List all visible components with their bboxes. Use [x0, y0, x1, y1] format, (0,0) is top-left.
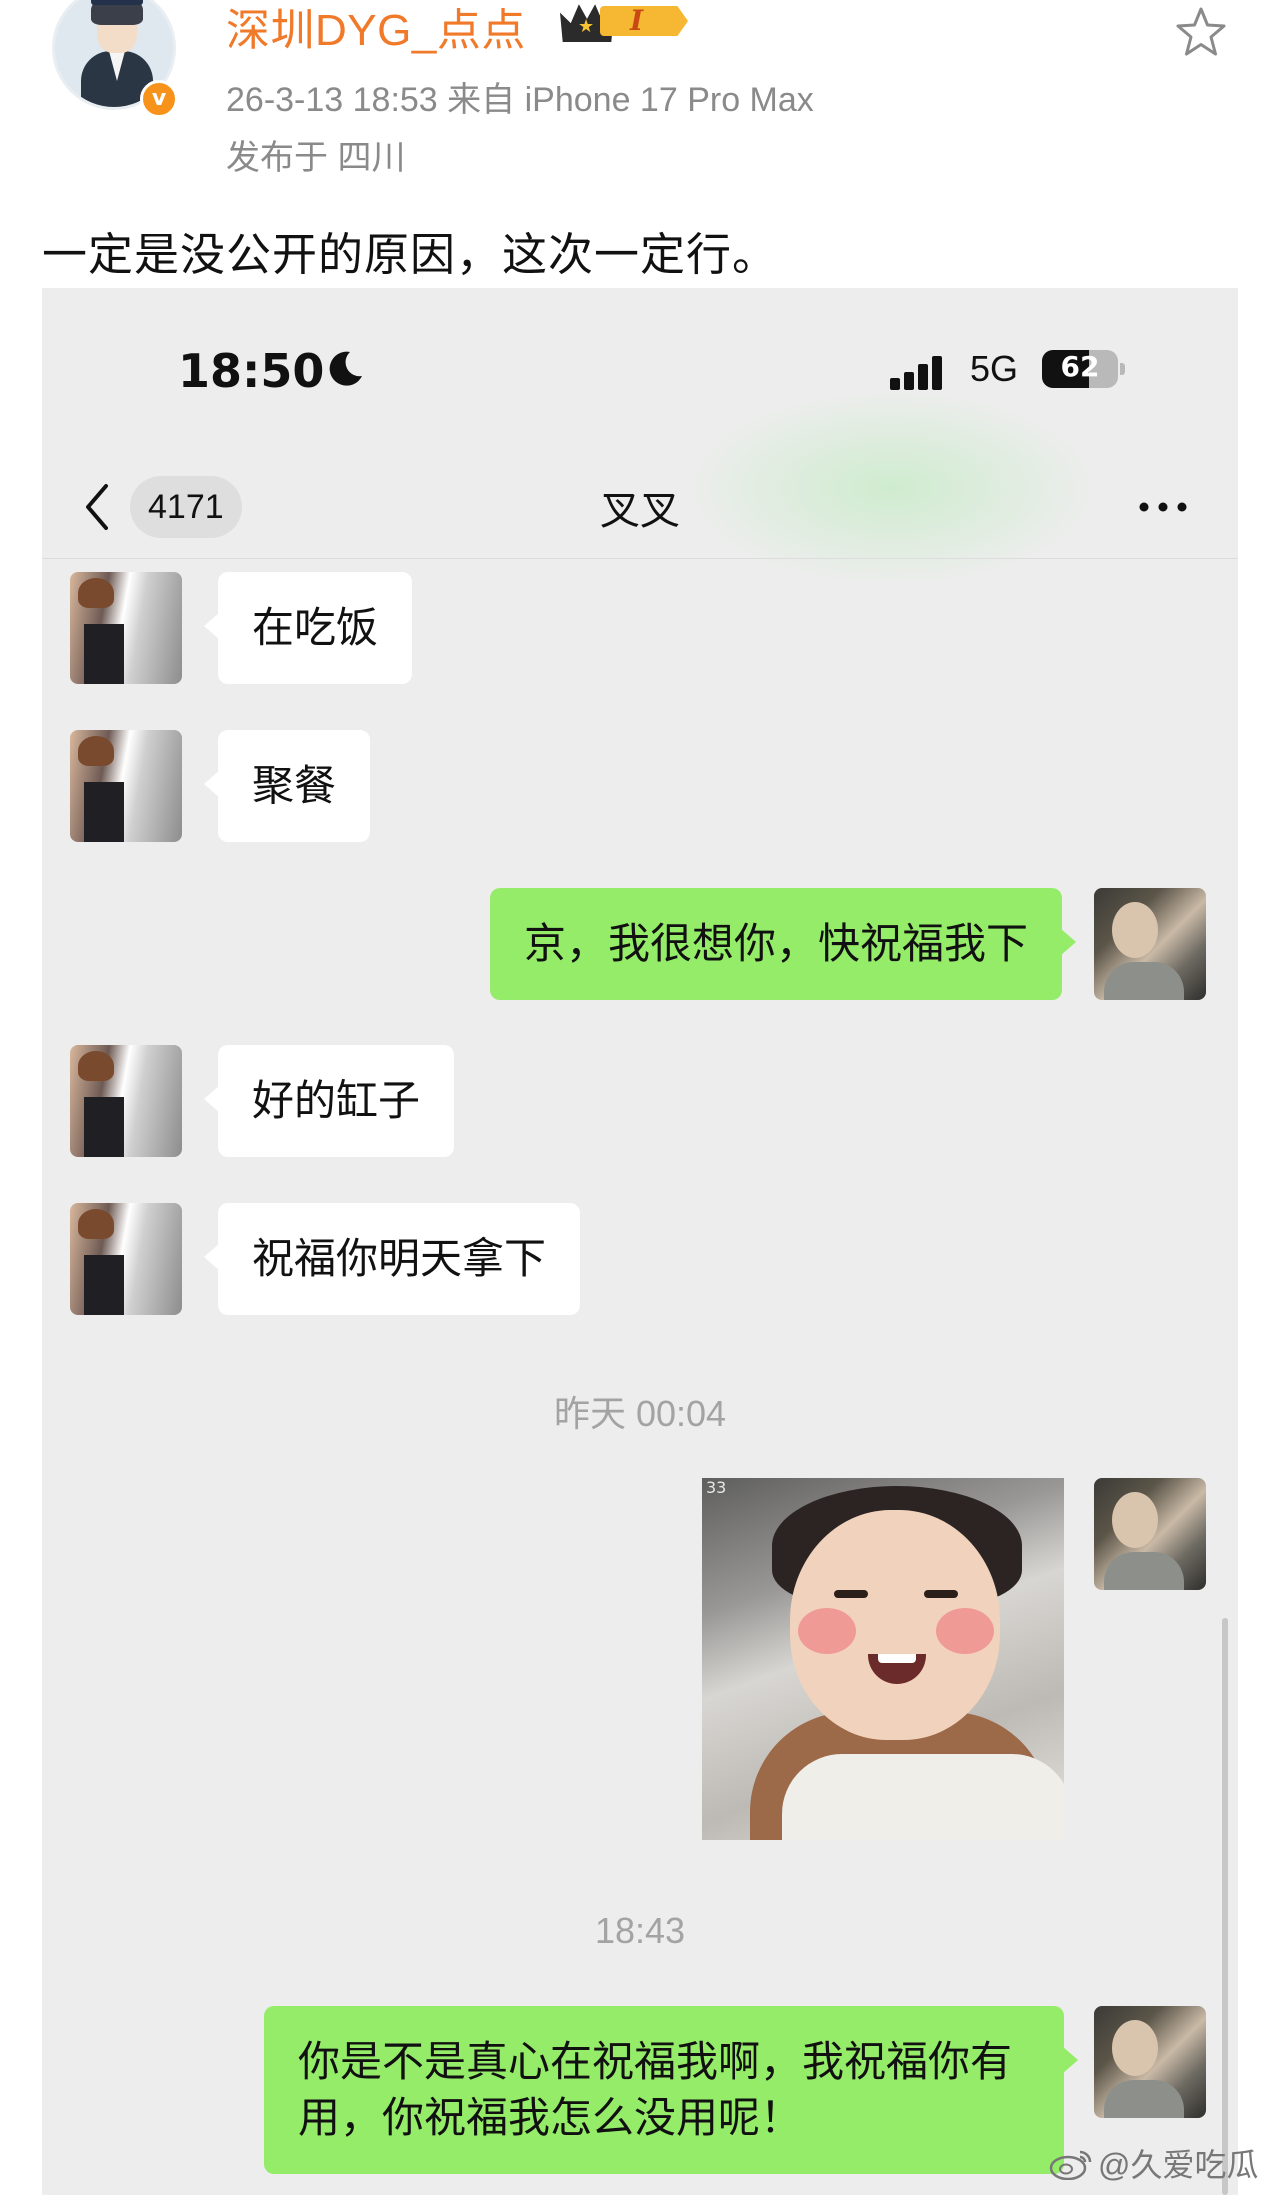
post-location: 发布于 四川 [226, 139, 406, 177]
contact-avatar[interactable] [70, 1045, 182, 1157]
chat-title: 叉叉 [600, 489, 680, 533]
image-message[interactable]: 33 [702, 1478, 1064, 1840]
watermark-text: @久爱吃瓜 [1098, 2147, 1259, 2183]
watermark: @久爱吃瓜 [1048, 2140, 1259, 2188]
message-bubble-incoming[interactable]: 祝福你明天拿下 [203, 1203, 581, 1315]
chat-navbar: 4171 叉叉 [42, 428, 1238, 558]
photo-corner-label: 33 [706, 1478, 727, 1497]
weibo-logo-icon [1049, 2150, 1092, 2180]
post-text: 一定是没公开的原因，这次一定行。 [42, 229, 779, 280]
chat-timestamp: 18:43 [594, 1910, 686, 1951]
verified-icon: v [140, 80, 178, 118]
signal-icon [890, 356, 944, 390]
message-bubble-incoming[interactable]: 在吃饭 [203, 572, 413, 684]
more-dots-icon[interactable] [1136, 496, 1190, 518]
poster-username[interactable]: 深圳DYG_点点 [226, 0, 526, 58]
post-meta: 26-3-13 18:53 来自 iPhone 17 Pro Max [226, 81, 814, 119]
chat-timestamp: 昨天 00:04 [553, 1393, 727, 1434]
contact-avatar[interactable] [70, 1203, 182, 1315]
status-bar: 18:50 5G 62 [42, 288, 1238, 398]
member-crown-badge[interactable]: ★ I [560, 0, 692, 42]
favorite-star-icon[interactable] [1172, 4, 1230, 62]
scrollbar[interactable] [1222, 1618, 1228, 2195]
chat-screenshot: 18:50 5G 62 4171 叉叉 在吃饭 聚餐 京，我很想你，快祝福我下 … [42, 288, 1238, 2195]
message-bubble-outgoing[interactable]: 京，我很想你，快祝福我下 [489, 888, 1077, 1000]
message-bubble-outgoing[interactable]: 你是不是真心在祝福我啊，我祝福你有用，你祝福我怎么没用呢！ [264, 2006, 1078, 2174]
message-bubble-incoming[interactable]: 聚餐 [203, 730, 371, 842]
contact-avatar[interactable] [70, 730, 182, 842]
status-time: 18:50 [178, 344, 325, 398]
battery-icon: 62 [1042, 350, 1126, 388]
network-type: 5G [970, 348, 1019, 389]
contact-avatar[interactable] [70, 572, 182, 684]
self-avatar[interactable] [1094, 888, 1206, 1000]
focus-moon-icon [329, 351, 362, 386]
battery-percent: 62 [1060, 350, 1100, 383]
badge-level: I [630, 4, 644, 37]
message-bubble-incoming[interactable]: 好的缸子 [203, 1045, 455, 1157]
self-avatar[interactable] [1094, 2006, 1206, 2118]
self-avatar[interactable] [1094, 1478, 1206, 1590]
